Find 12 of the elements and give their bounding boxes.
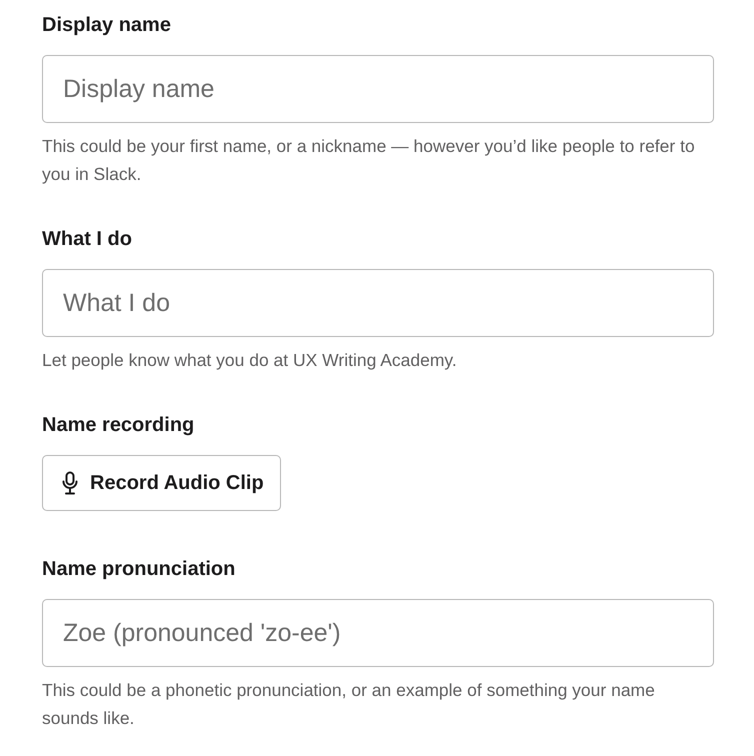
help-text: Let people know what you do at UX Writing Academy.: [42, 349, 458, 372]
input-field[interactable]: Display name: [42, 55, 714, 123]
input-field[interactable]: Zoe (pronounced 'zo-ee'): [42, 599, 714, 667]
field-label: Name pronunciation: [42, 557, 236, 582]
field-label: Name recording: [42, 413, 196, 438]
help-text: This could be your first name, or a nickname — however you’d like people to refer to you in Slack.: [42, 135, 696, 186]
microphone-icon: [62, 471, 78, 495]
field-label: Display name: [42, 13, 172, 38]
help-text: This could be a phonetic pronunciation, or an example of something your name sounds like.: [42, 679, 656, 730]
record-button[interactable]: Record Audio Clip: [42, 455, 281, 511]
input-field[interactable]: What I do: [42, 269, 714, 337]
field-label: What I do: [42, 227, 133, 252]
